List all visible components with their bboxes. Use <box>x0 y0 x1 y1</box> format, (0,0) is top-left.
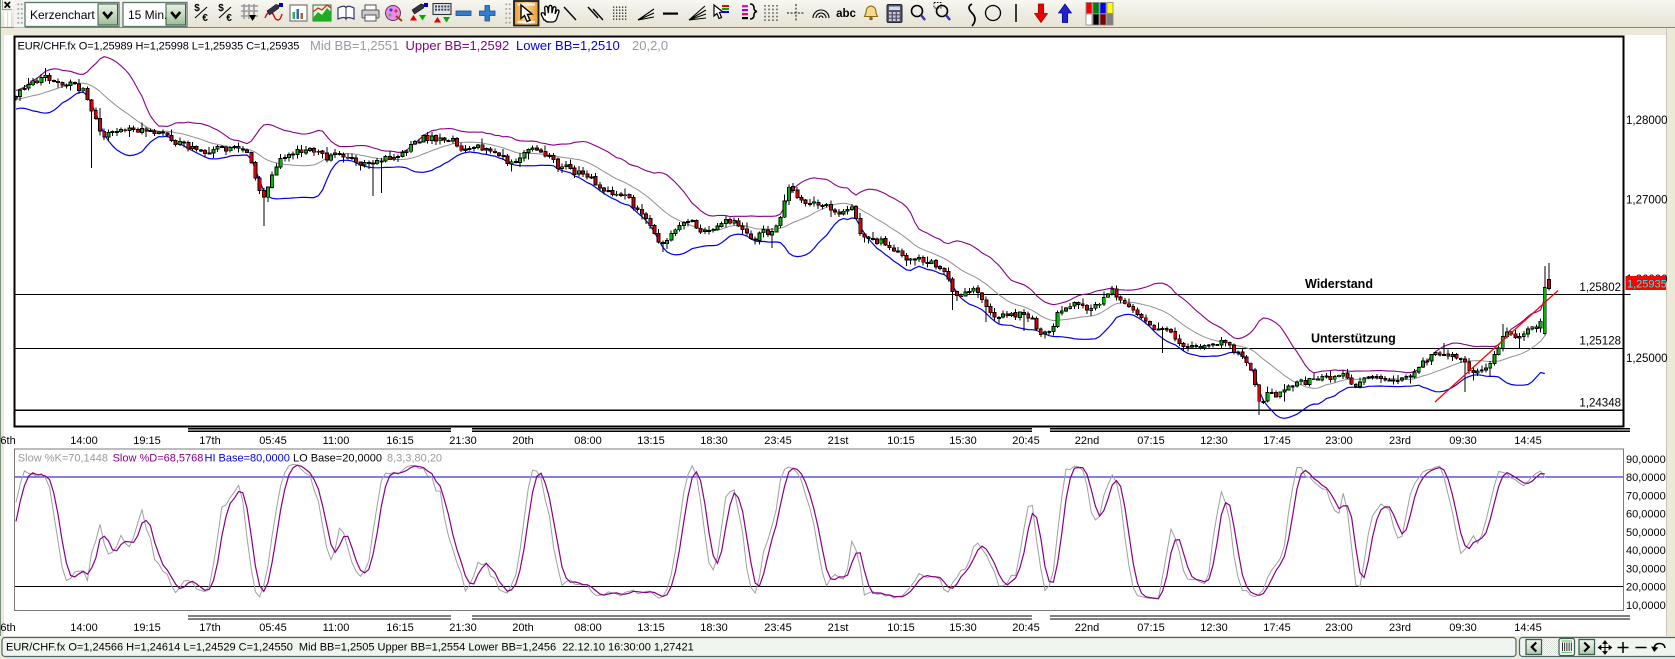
svg-text:abc: abc <box>836 8 856 20</box>
svg-text:23rd: 23rd <box>1389 435 1411 447</box>
svg-text:23:00: 23:00 <box>1325 435 1353 447</box>
svg-text:20:45: 20:45 <box>1012 622 1040 634</box>
svg-text:10:15: 10:15 <box>887 622 915 634</box>
svg-text:07:15: 07:15 <box>1137 622 1165 634</box>
svg-text:05:45: 05:45 <box>259 435 287 447</box>
svg-text:12:30: 12:30 <box>1200 622 1228 634</box>
svg-text:17th: 17th <box>199 622 220 634</box>
svg-text:13:15: 13:15 <box>637 622 665 634</box>
svg-text:19:15: 19:15 <box>133 435 161 447</box>
svg-text:21st: 21st <box>828 435 849 447</box>
svg-text:EUR/CHF.fx O=1,25989 H=1,25998: EUR/CHF.fx O=1,25989 H=1,25998 L=1,25935… <box>18 41 300 53</box>
svg-text:17:45: 17:45 <box>1263 435 1291 447</box>
svg-text:18:30: 18:30 <box>700 435 728 447</box>
svg-text:Kerzenchart: Kerzenchart <box>30 8 95 22</box>
svg-text:20th: 20th <box>512 435 533 447</box>
svg-text:16:15: 16:15 <box>386 622 414 634</box>
svg-text:16th: 16th <box>0 622 16 634</box>
svg-text:09:30: 09:30 <box>1449 435 1477 447</box>
svg-text:14:00: 14:00 <box>70 622 98 634</box>
svg-text:16:15: 16:15 <box>386 435 414 447</box>
svg-text:€: € <box>202 13 208 24</box>
svg-text:10,0000: 10,0000 <box>1626 600 1666 612</box>
svg-text:17th: 17th <box>199 435 220 447</box>
svg-text:Unterstützung: Unterstützung <box>1311 332 1396 346</box>
svg-text:LO Base=20,0000: LO Base=20,0000 <box>293 453 382 465</box>
svg-text:23:45: 23:45 <box>764 622 792 634</box>
svg-text:90,0000: 90,0000 <box>1626 454 1666 466</box>
svg-text:15 Min.: 15 Min. <box>128 8 167 22</box>
svg-text:Mid BB=1,2551: Mid BB=1,2551 <box>310 38 399 53</box>
svg-text:€: € <box>226 13 232 24</box>
svg-text:1,25000: 1,25000 <box>1626 353 1668 365</box>
svg-text:1,25802: 1,25802 <box>1579 282 1621 294</box>
svg-text:Upper BB=1,2592: Upper BB=1,2592 <box>406 38 510 53</box>
svg-text:Slow %D=68,5768: Slow %D=68,5768 <box>113 453 204 465</box>
svg-text:23rd: 23rd <box>1389 622 1411 634</box>
svg-text:8,3,3,80,20: 8,3,3,80,20 <box>387 453 442 465</box>
svg-text:1,25935: 1,25935 <box>1627 279 1667 291</box>
svg-text:Widerstand: Widerstand <box>1305 277 1373 291</box>
svg-text:11:00: 11:00 <box>323 622 350 634</box>
svg-text:17:45: 17:45 <box>1263 622 1291 634</box>
svg-text:13:15: 13:15 <box>637 435 665 447</box>
svg-text:23:00: 23:00 <box>1325 622 1353 634</box>
svg-text:1,25128: 1,25128 <box>1579 336 1621 348</box>
svg-text:20th: 20th <box>512 622 533 634</box>
svg-text:HI Base=80,0000: HI Base=80,0000 <box>205 453 290 465</box>
svg-text:08:00: 08:00 <box>574 622 602 634</box>
svg-text:15:30: 15:30 <box>949 622 977 634</box>
svg-text:21st: 21st <box>828 622 849 634</box>
svg-text:05:45: 05:45 <box>259 622 287 634</box>
svg-text:23:45: 23:45 <box>764 435 792 447</box>
svg-text:15:30: 15:30 <box>949 435 977 447</box>
svg-text:Lower BB=1,2510: Lower BB=1,2510 <box>516 38 620 53</box>
svg-text:1,28000: 1,28000 <box>1626 115 1668 127</box>
svg-text:Slow %K=70,1448: Slow %K=70,1448 <box>18 453 108 465</box>
svg-text:60,0000: 60,0000 <box>1626 509 1666 521</box>
svg-text:70,0000: 70,0000 <box>1626 490 1666 502</box>
svg-text:21:30: 21:30 <box>449 622 477 634</box>
svg-text:80,0000: 80,0000 <box>1626 472 1666 484</box>
svg-text:50,0000: 50,0000 <box>1626 527 1666 539</box>
svg-text:16th: 16th <box>0 435 16 447</box>
svg-text:$: $ <box>194 3 200 14</box>
svg-text:14:45: 14:45 <box>1514 622 1542 634</box>
svg-text:20,0000: 20,0000 <box>1626 582 1666 594</box>
svg-text:20:45: 20:45 <box>1012 435 1040 447</box>
svg-text:EUR/CHF.fx O=1,24566 H=1,24614: EUR/CHF.fx O=1,24566 H=1,24614 L=1,24529… <box>6 642 694 654</box>
svg-text:10:15: 10:15 <box>887 435 915 447</box>
svg-text:21:30: 21:30 <box>449 435 477 447</box>
svg-text:1,24348: 1,24348 <box>1579 398 1621 410</box>
svg-text:20,2,0: 20,2,0 <box>632 38 668 53</box>
svg-text:40,0000: 40,0000 <box>1626 545 1666 557</box>
svg-text:1,27000: 1,27000 <box>1626 194 1668 206</box>
svg-text:11:00: 11:00 <box>323 435 350 447</box>
svg-text:07:15: 07:15 <box>1137 435 1165 447</box>
svg-text:22nd: 22nd <box>1075 435 1099 447</box>
svg-text:14:00: 14:00 <box>70 435 98 447</box>
svg-text:$: $ <box>218 3 224 14</box>
svg-text:12:30: 12:30 <box>1200 435 1228 447</box>
svg-text:09:30: 09:30 <box>1449 622 1477 634</box>
svg-text:14:45: 14:45 <box>1514 435 1542 447</box>
svg-text:08:00: 08:00 <box>574 435 602 447</box>
svg-text:18:30: 18:30 <box>700 622 728 634</box>
svg-text:30,0000: 30,0000 <box>1626 563 1666 575</box>
svg-text:19:15: 19:15 <box>133 622 161 634</box>
svg-text:22nd: 22nd <box>1075 622 1099 634</box>
